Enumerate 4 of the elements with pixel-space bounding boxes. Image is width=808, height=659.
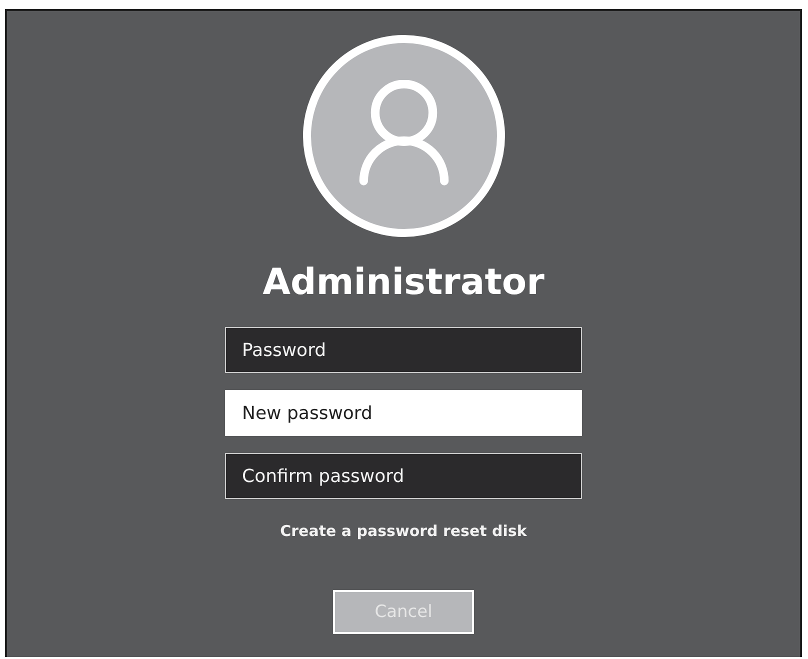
password-field[interactable]: Password [225,327,582,373]
password-field[interactable]: Confirm password [225,453,582,499]
reset-disk-link[interactable]: Create a password reset disk [280,521,527,541]
user-name: Administrator [262,261,544,305]
